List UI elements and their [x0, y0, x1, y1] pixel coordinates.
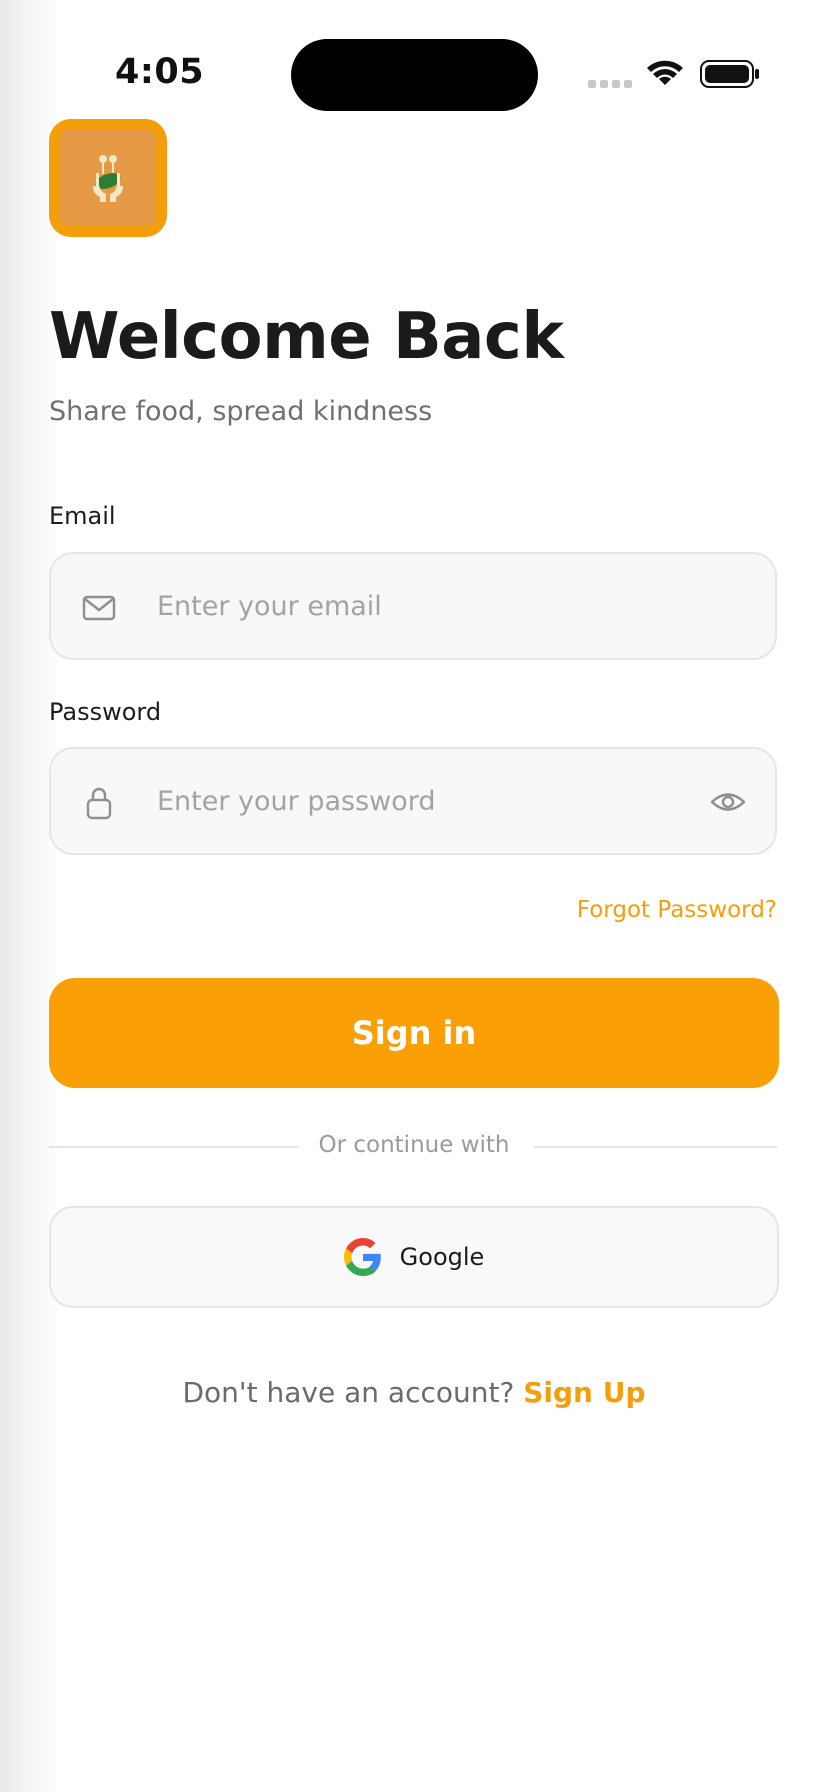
dynamic-island [291, 39, 538, 111]
email-input[interactable] [157, 554, 717, 658]
battery-icon [700, 60, 759, 88]
google-icon [343, 1238, 381, 1276]
status-time: 4:05 [115, 52, 205, 92]
divider-line-left [49, 1146, 299, 1148]
divider-text: Or continue with [318, 1132, 510, 1158]
email-field[interactable] [49, 552, 777, 660]
eye-icon[interactable] [709, 783, 747, 821]
cellular-signal-icon [588, 80, 632, 88]
password-field[interactable] [49, 747, 777, 855]
divider-line-right [534, 1146, 777, 1148]
password-label: Password [49, 698, 162, 726]
mail-icon [82, 595, 116, 621]
google-sign-in-button[interactable]: Google [49, 1206, 779, 1308]
sign-in-button[interactable]: Sign in [49, 978, 779, 1088]
forgot-password-link[interactable]: Forgot Password? [577, 897, 777, 923]
page-title: Welcome Back [49, 300, 564, 374]
email-label: Email [49, 502, 116, 530]
wifi-icon [647, 60, 683, 85]
password-input[interactable] [157, 749, 717, 853]
app-logo [49, 119, 167, 237]
hands-leaf-icon [60, 130, 156, 226]
edge-shadow [0, 0, 60, 1792]
google-button-label: Google [399, 1243, 485, 1271]
lock-icon [86, 787, 112, 820]
signup-prompt-row: Don't have an account? Sign Up [0, 1376, 828, 1409]
signup-prompt-text: Don't have an account? [182, 1376, 515, 1409]
page-subtitle: Share food, spread kindness [49, 396, 433, 427]
sign-up-link[interactable]: Sign Up [523, 1376, 645, 1409]
